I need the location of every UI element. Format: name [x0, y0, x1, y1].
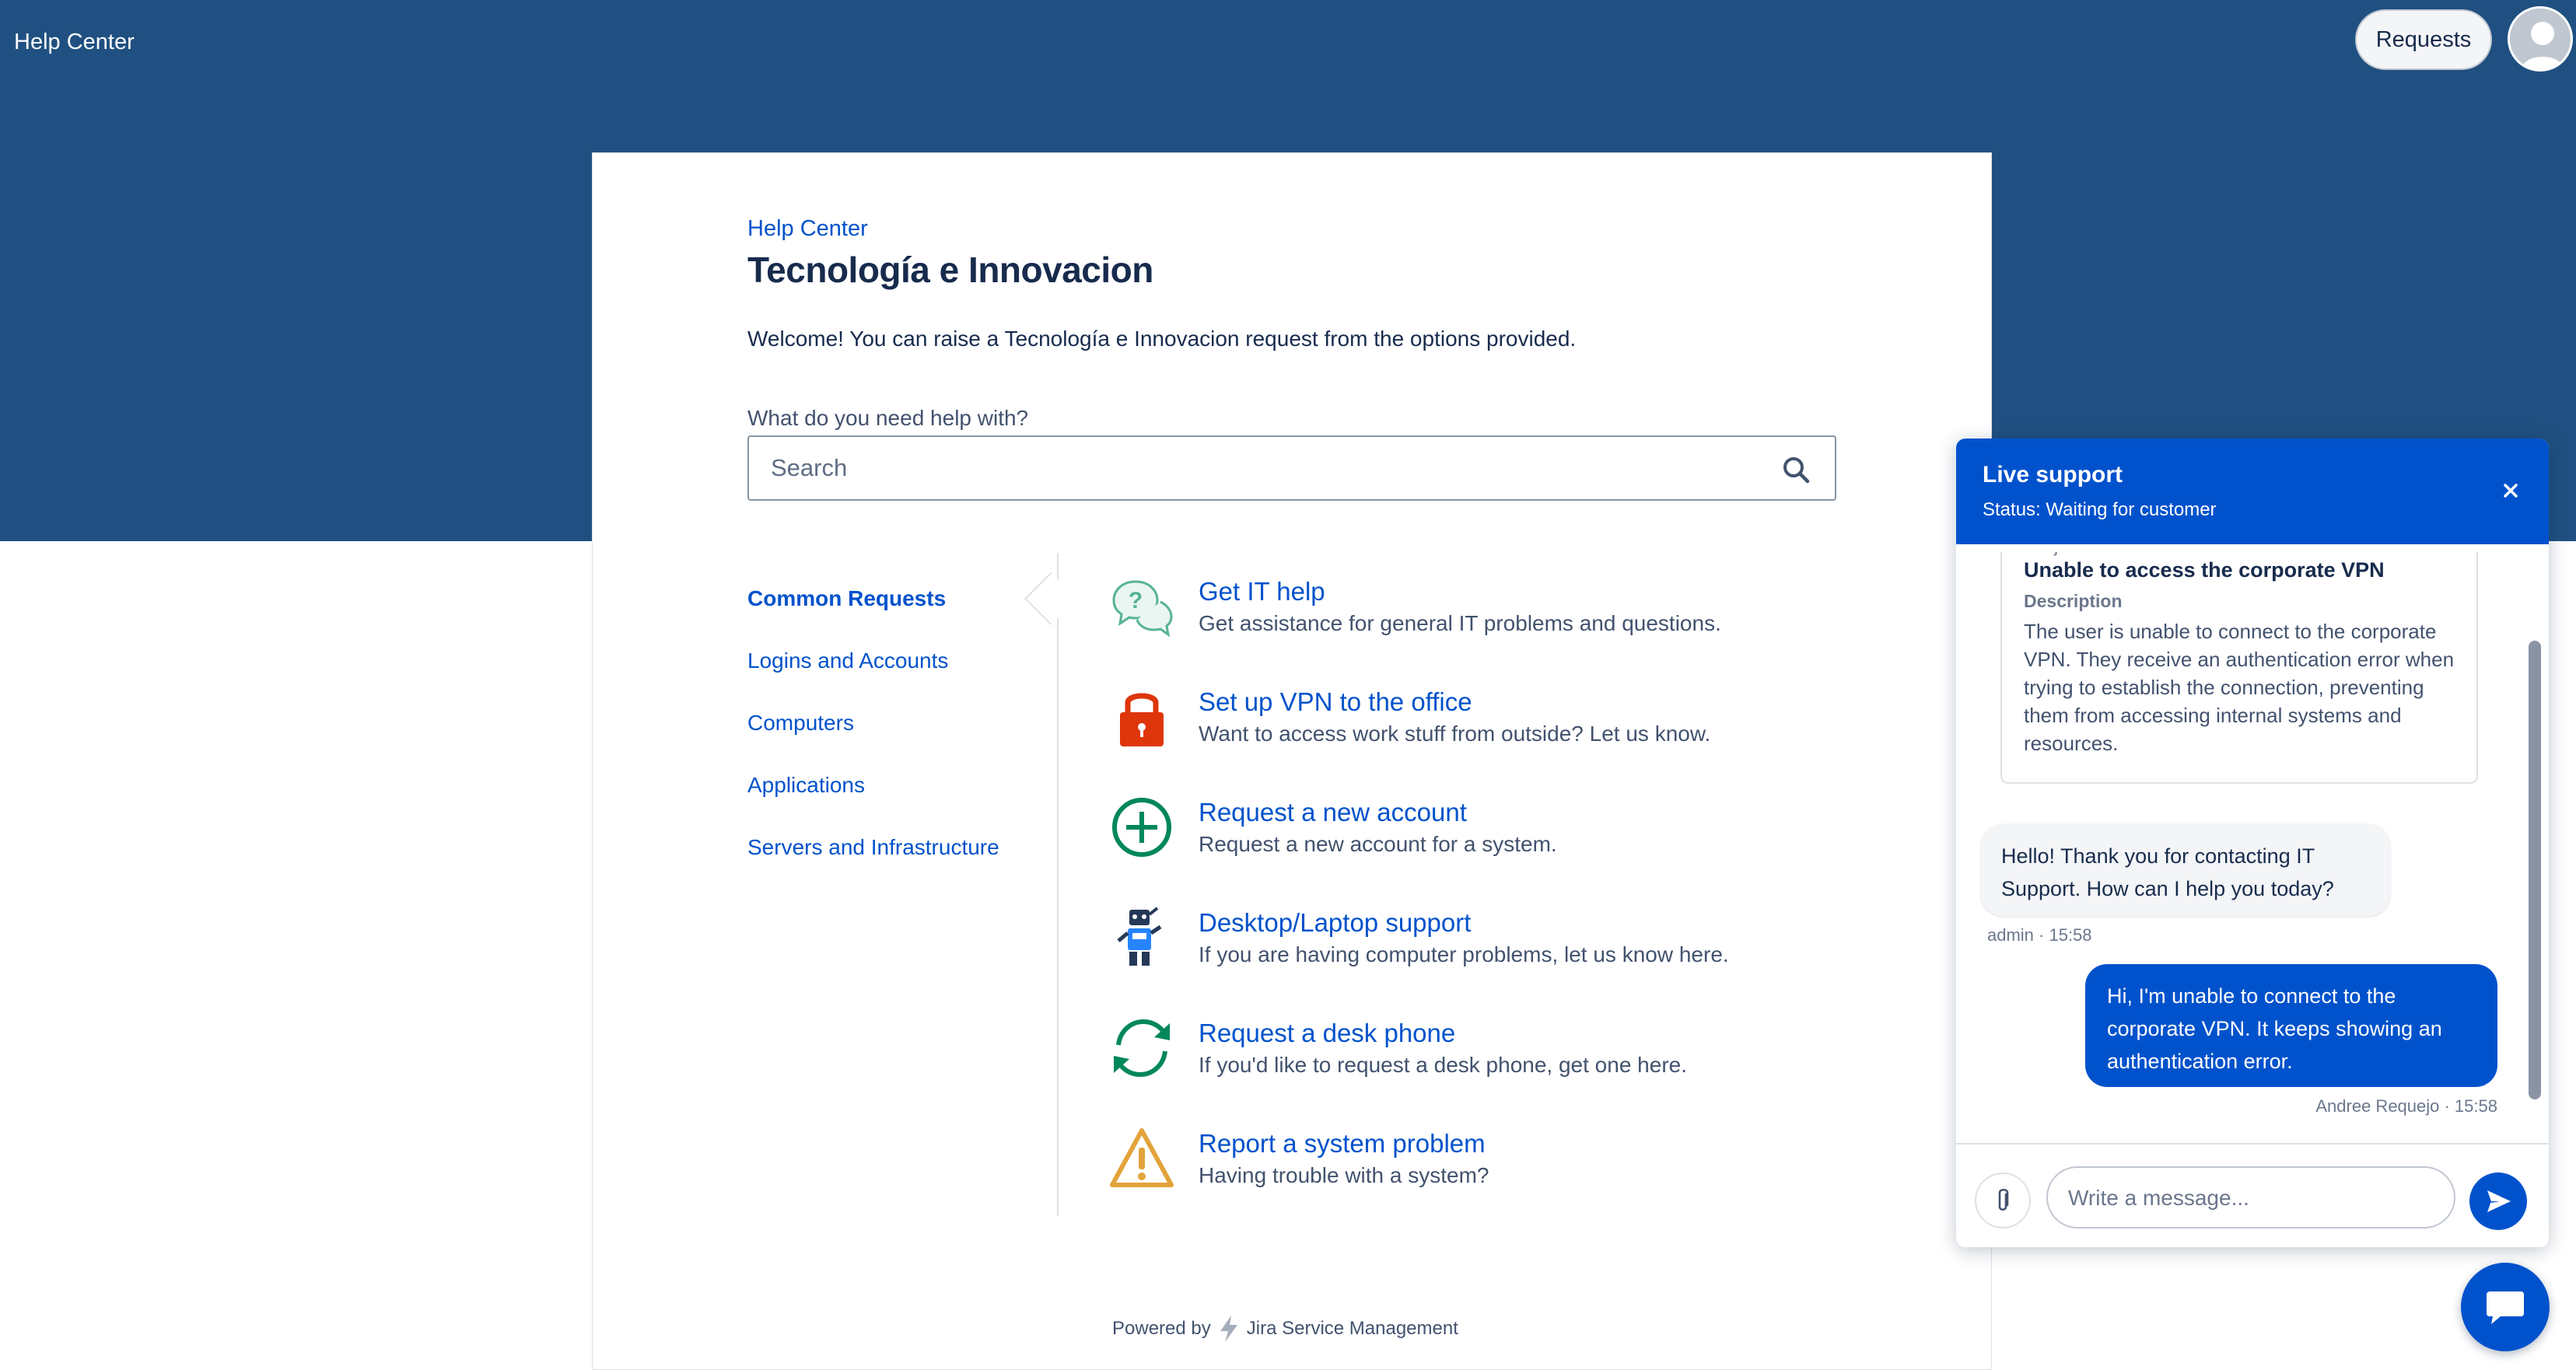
welcome-message: Welcome! You can raise a Tecnología e In… [747, 327, 1577, 351]
jira-service-management-link[interactable]: Jira Service Management [1247, 1318, 1458, 1340]
chat-bubble-icon [2487, 1291, 2524, 1324]
search-box [747, 435, 1836, 501]
user-avatar[interactable] [2508, 6, 2573, 72]
robot-icon [1117, 907, 1162, 966]
summary-description: The user is unable to connect to the cor… [2024, 620, 2455, 755]
chat-header-mask [1956, 544, 2549, 552]
open-chat-button[interactable] [2461, 1263, 2550, 1351]
plus-circle-icon [1112, 798, 1171, 857]
warning-triangle-icon [1110, 1128, 1174, 1187]
chat-status: Status: Waiting for customer [1983, 499, 2217, 520]
search-input[interactable] [771, 448, 1751, 488]
category-common-requests[interactable]: Common Requests [747, 586, 946, 611]
category-divider [1057, 554, 1059, 1216]
request-new-account-description: Request a new account for a system. [1199, 832, 1557, 856]
attach-file-button[interactable] [1975, 1173, 2031, 1228]
request-desktop-laptop-support-link[interactable]: Desktop/Laptop support [1199, 908, 1471, 938]
request-set-up-vpn-description: Want to access work stuff from outside? … [1199, 722, 1711, 746]
chat-scrollbar-thumb[interactable] [2529, 641, 2541, 1099]
powered-by-label: Powered by [1112, 1318, 1211, 1339]
live-support-widget: Subject Unable to access the corporate V… [1956, 439, 2549, 1247]
chat-header: Live support Status: Waiting for custome… [1956, 439, 2549, 544]
request-get-it-help-link[interactable]: Get IT help [1199, 577, 1325, 606]
agent-message-bubble: Hello! Thank you for contacting IT Suppo… [1981, 824, 2390, 916]
requests-button[interactable]: Requests [2355, 9, 2492, 70]
jira-lightning-icon [1220, 1316, 1237, 1342]
message-field [2046, 1166, 2455, 1228]
powered-by-footer: Powered by Jira Service Management [1112, 1314, 1458, 1344]
request-new-account-link[interactable]: Request a new account [1199, 798, 1467, 827]
request-set-up-vpn-link[interactable]: Set up VPN to the office [1199, 687, 1472, 717]
user-message-bubble: Hi, I'm unable to connect to the corpora… [2085, 964, 2497, 1087]
request-summary-card: Subject Unable to access the corporate V… [2000, 532, 2478, 784]
padlock-icon [1120, 693, 1164, 746]
request-report-system-problem-description: Having trouble with a system? [1199, 1163, 1489, 1187]
category-computers[interactable]: Computers [747, 711, 854, 736]
chat-close-button[interactable] [2493, 473, 2529, 509]
user-message-meta: Andree Requejo · 15:58 [2315, 1096, 2497, 1116]
category-logins-and-accounts[interactable]: Logins and Accounts [747, 648, 948, 673]
page-title: Tecnología e Innovacion [747, 250, 1153, 290]
refresh-arrows-icon [1114, 1019, 1170, 1078]
send-icon [2487, 1190, 2511, 1212]
request-desktop-laptop-support-description: If you are having computer problems, let… [1199, 942, 1729, 966]
speech-bubbles-icon: ? [1112, 580, 1173, 638]
search-label: What do you need help with? [747, 406, 1029, 430]
request-desk-phone-link[interactable]: Request a desk phone [1199, 1019, 1455, 1048]
chat-title: Live support [1983, 462, 2123, 488]
paperclip-icon [1998, 1188, 2009, 1211]
close-icon [2504, 484, 2518, 498]
category-applications[interactable]: Applications [747, 773, 865, 798]
agent-message-meta: admin · 15:58 [1987, 925, 2092, 945]
request-get-it-help-description: Get assistance for general IT problems a… [1199, 611, 1721, 635]
help-center-brand-link[interactable]: Help Center [14, 30, 135, 55]
request-report-system-problem-link[interactable]: Report a system problem [1199, 1129, 1486, 1159]
breadcrumb[interactable]: Help Center [747, 216, 868, 242]
request-desk-phone-description: If you'd like to request a desk phone, g… [1199, 1053, 1687, 1077]
search-icon[interactable] [1780, 454, 1811, 485]
summary-subject: Unable to access the corporate VPN [2024, 558, 2385, 582]
category-servers-and-infrastructure[interactable]: Servers and Infrastructure [747, 835, 999, 860]
svg-text:?: ? [1129, 588, 1143, 613]
chat-composer [1956, 1143, 2549, 1247]
summary-description-label: Description [2024, 591, 2123, 611]
send-message-button[interactable] [2469, 1173, 2527, 1230]
message-input[interactable] [2068, 1180, 2434, 1216]
